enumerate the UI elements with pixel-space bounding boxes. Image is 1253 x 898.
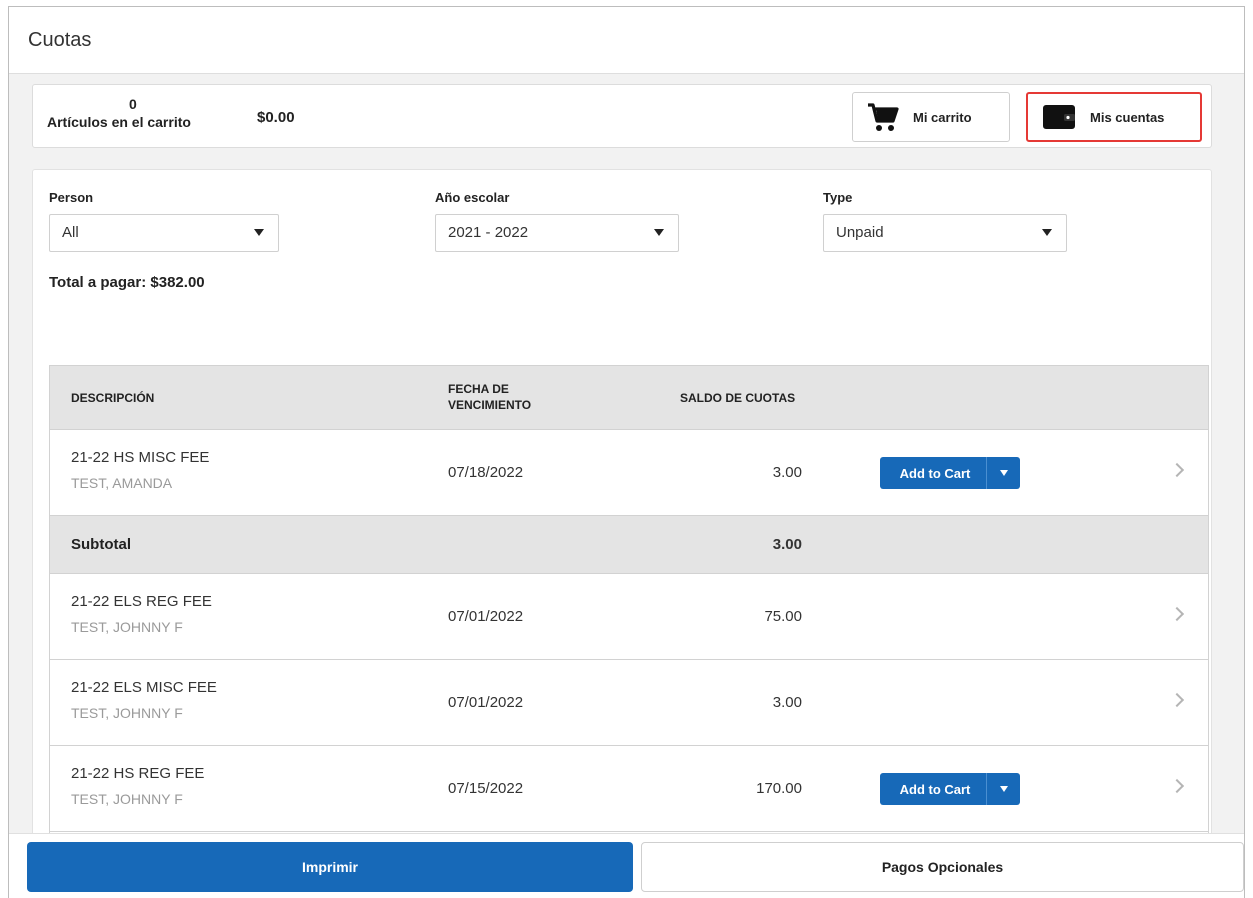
fee-balance: 170.00 <box>756 780 802 797</box>
add-to-cart-label: Add to Cart <box>899 781 971 797</box>
table-row[interactable]: 21-22 ELS MISC FEE TEST, JOHNNY F 07/01/… <box>50 660 1208 746</box>
fee-due-date: 07/15/2022 <box>448 780 524 797</box>
person-select-value: All <box>62 224 79 241</box>
cart-item-count: 0 Artículos en el carrito <box>47 96 227 130</box>
column-header-description: DESCRIPCIÓN <box>71 391 155 405</box>
fee-description: 21-22 HS MISC FEE <box>71 449 210 466</box>
type-select[interactable]: Unpaid <box>823 214 1067 252</box>
caret-down-icon <box>1042 229 1052 236</box>
cart-count-label: Artículos en el carrito <box>47 114 191 130</box>
optional-payments-button[interactable]: Pagos Opcionales <box>641 842 1244 892</box>
fee-description: 21-22 ELS REG FEE <box>71 593 212 610</box>
print-button[interactable]: Imprimir <box>27 842 633 892</box>
my-accounts-button[interactable]: Mis cuentas <box>1026 92 1202 142</box>
caret-down-icon <box>654 229 664 236</box>
fee-due-date: 07/01/2022 <box>448 608 524 625</box>
chevron-right-icon[interactable] <box>1169 462 1185 478</box>
fee-due-date: 07/01/2022 <box>448 694 524 711</box>
fee-balance: 3.00 <box>772 694 802 711</box>
subtotal-amount: 3.00 <box>772 536 802 553</box>
fee-person: TEST, JOHNNY F <box>71 705 183 721</box>
my-cart-button[interactable]: Mi carrito <box>852 92 1010 142</box>
column-header-balance: SALDO DE CUOTAS <box>680 391 796 405</box>
due-date-header-line2: VENCIMIENTO <box>448 398 532 412</box>
chevron-right-icon[interactable] <box>1169 778 1185 794</box>
column-header-due-date: FECHA DE VENCIMIENTO <box>448 381 531 413</box>
caret-down-icon <box>999 470 1008 476</box>
person-filter-label: Person <box>49 190 94 205</box>
fees-window: Cuotas 0 Artículos en el carrito $0.00 M… <box>8 6 1245 898</box>
fee-person: TEST, JOHNNY F <box>71 619 183 635</box>
subtotal-label: Subtotal <box>71 536 131 553</box>
chevron-right-icon[interactable] <box>1169 606 1185 622</box>
table-row[interactable]: 21-22 HS MISC FEE TEST, AMANDA 07/18/202… <box>50 430 1208 516</box>
add-to-cart-label: Add to Cart <box>899 465 971 481</box>
add-to-cart-button[interactable]: Add to Cart <box>880 773 1020 805</box>
table-row[interactable]: 21-22 ELS REG FEE TEST, JOHNNY F 07/01/2… <box>50 574 1208 660</box>
action-footer: Imprimir Pagos Opcionales <box>9 833 1244 898</box>
fee-due-date: 07/18/2022 <box>448 464 524 481</box>
fee-description: 21-22 ELS MISC FEE <box>71 679 217 696</box>
fees-content: Person All Año escolar 2021 - 2022 Type … <box>32 169 1212 898</box>
page-title: Cuotas <box>28 29 92 51</box>
fee-person: TEST, JOHNNY F <box>71 791 183 807</box>
add-to-cart-dropdown-toggle[interactable] <box>986 773 1020 805</box>
table-header: DESCRIPCIÓN FECHA DE VENCIMIENTO SALDO D… <box>50 366 1208 430</box>
person-select[interactable]: All <box>49 214 279 252</box>
type-filter-label: Type <box>823 190 853 205</box>
school-year-select[interactable]: 2021 - 2022 <box>435 214 679 252</box>
add-to-cart-dropdown-toggle[interactable] <box>986 457 1020 489</box>
total-due: Total a pagar: $382.00 <box>49 274 205 291</box>
page-header: Cuotas <box>9 7 1244 74</box>
cart-total: $0.00 <box>257 109 295 126</box>
my-accounts-label: Mis cuentas <box>1090 109 1165 125</box>
school-year-filter-label: Año escolar <box>435 190 510 205</box>
fee-person: TEST, AMANDA <box>71 475 173 491</box>
table-row[interactable]: 21-22 HS REG FEE TEST, JOHNNY F 07/15/20… <box>50 746 1208 832</box>
add-to-cart-button[interactable]: Add to Cart <box>880 457 1020 489</box>
wallet-icon <box>1042 103 1076 131</box>
cart-summary-bar: 0 Artículos en el carrito $0.00 Mi carri… <box>32 84 1212 148</box>
cart-count-value: 0 <box>129 96 137 112</box>
type-select-value: Unpaid <box>836 224 884 241</box>
caret-down-icon <box>254 229 264 236</box>
my-cart-label: Mi carrito <box>913 109 972 125</box>
due-date-header-line1: FECHA DE <box>448 382 509 396</box>
subtotal-row: Subtotal 3.00 <box>50 516 1208 574</box>
chevron-right-icon[interactable] <box>1169 692 1185 708</box>
caret-down-icon <box>999 786 1008 792</box>
fee-description: 21-22 HS REG FEE <box>71 765 205 782</box>
fees-table: DESCRIPCIÓN FECHA DE VENCIMIENTO SALDO D… <box>49 365 1209 898</box>
fee-balance: 3.00 <box>772 464 802 481</box>
school-year-select-value: 2021 - 2022 <box>448 224 529 241</box>
shopping-cart-icon <box>867 102 899 132</box>
fee-balance: 75.00 <box>764 608 802 625</box>
